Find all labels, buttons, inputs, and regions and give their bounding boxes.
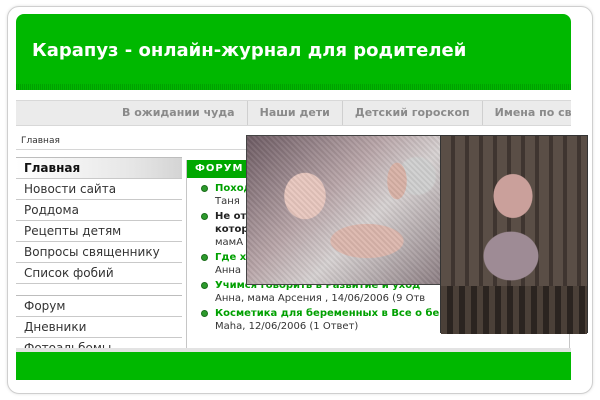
site-title[interactable]: Карапуз - онлайн-журнал для родителей [32,40,466,61]
forum-topic-link[interactable]: Где х [215,252,246,263]
sidebar-item-diaries[interactable]: Дневники [16,317,182,338]
sidebar-group-main: Главная Новости сайта Роддома Рецепты де… [16,157,182,284]
forum-topic-link[interactable]: Не от [215,211,246,222]
header-pattern [16,84,571,90]
sidebar-item-recipes[interactable]: Рецепты детям [16,221,182,242]
bullet-icon [201,310,208,317]
sidebar-item-home[interactable]: Главная [16,158,182,179]
sidebar-item-forum[interactable]: Форум [16,296,182,317]
site-header: Карапуз - онлайн-журнал для родителей [16,14,571,90]
top-navigation: В ожидании чуда Наши дети Детский гороск… [16,100,571,126]
bullet-icon [201,254,208,261]
topnav-item-expecting[interactable]: В ожидании чуда [110,101,247,125]
bullet-icon [201,282,208,289]
site-footer [16,352,571,380]
forum-topic-link[interactable]: Косметика для беременных в Все о бер [215,308,446,319]
topnav-item-horoscope[interactable]: Детский гороскоп [341,101,482,125]
bullet-icon [201,185,208,192]
sidebar-item-maternity[interactable]: Роддома [16,200,182,221]
bullet-icon [201,213,208,220]
sidebar-item-news[interactable]: Новости сайта [16,179,182,200]
baby-photo-lying [246,135,446,285]
breadcrumb: Главная [16,132,246,150]
topnav-item-names[interactable]: Имена по святцам [481,101,571,125]
baby-photo-crib [440,135,588,334]
sidebar-item-phobias[interactable]: Список фобий [16,263,182,284]
topnav-item-our-children[interactable]: Наши дети [246,101,342,125]
sidebar: Главная Новости сайта Роддома Рецепты де… [16,157,182,359]
sidebar-divider [16,284,182,296]
sidebar-item-priest-questions[interactable]: Вопросы священнику [16,242,182,263]
forum-topic-link-continued[interactable]: котор [215,224,248,235]
